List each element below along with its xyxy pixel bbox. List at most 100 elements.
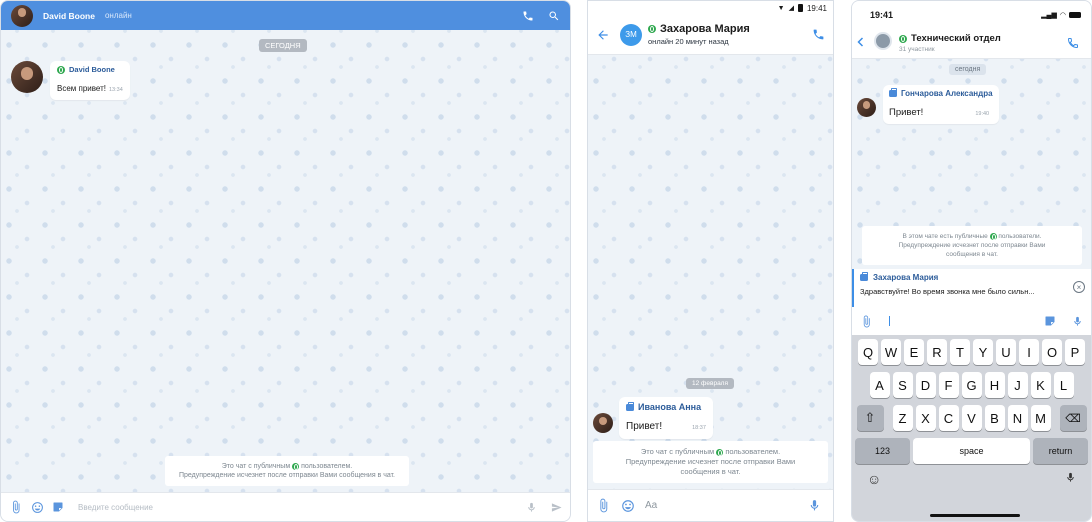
date-separator: сегодня — [949, 64, 987, 75]
date-separator: СЕГОДНЯ — [259, 39, 307, 52]
message-bubble[interactable]: Гончарова Александра Привет! 19:40 — [883, 85, 999, 124]
message-sender[interactable]: Гончарова Александра — [901, 89, 993, 98]
key-h[interactable]: H — [984, 372, 1005, 398]
phone-icon[interactable] — [1067, 37, 1079, 49]
public-chat-notice: Это чат с публичным пользователем. Преду… — [593, 441, 828, 483]
message-sender[interactable]: Иванова Анна — [638, 402, 701, 412]
backspace-key[interactable]: ⌫ — [1059, 405, 1087, 431]
public-chat-notice: Это чат с публичным пользователем. Преду… — [165, 456, 409, 486]
public-user-icon — [648, 25, 656, 33]
public-chat-notice: В этом чате есть публичные пользователи.… — [862, 226, 1082, 265]
key-u[interactable]: U — [996, 339, 1016, 365]
back-arrow-icon[interactable] — [596, 28, 610, 42]
search-icon[interactable] — [548, 10, 560, 22]
public-user-icon — [57, 65, 65, 74]
return-key[interactable]: return — [1033, 438, 1088, 464]
key-y[interactable]: Y — [973, 339, 993, 365]
date-separator: 12 февраля — [686, 378, 734, 389]
key-f[interactable]: F — [938, 372, 959, 398]
phone-icon[interactable] — [522, 10, 534, 22]
notice-text: Это чат с публичным — [221, 463, 291, 470]
signal-icon: ▂▄▆ — [1041, 12, 1057, 19]
message-text: Всем привет! — [57, 84, 106, 93]
dictation-icon[interactable] — [1065, 471, 1076, 484]
key-m[interactable]: M — [1030, 405, 1051, 431]
key-z[interactable]: Z — [892, 405, 913, 431]
microphone-icon[interactable] — [808, 499, 821, 512]
battery-icon — [797, 4, 803, 12]
reply-text: Здравствуйте! Во время звонка мне было с… — [860, 287, 1035, 296]
message-input-bar: Введите сообщение — [1, 492, 570, 521]
key-n[interactable]: N — [1007, 405, 1028, 431]
key-k[interactable]: K — [1030, 372, 1051, 398]
key-a[interactable]: A — [869, 372, 890, 398]
key-w[interactable]: W — [881, 339, 901, 365]
contact-name[interactable]: Захарова Мария — [660, 23, 750, 35]
key-l[interactable]: L — [1053, 372, 1074, 398]
phone-icon[interactable] — [812, 28, 825, 41]
message-bubble[interactable]: Иванова Анна Привет! 18:37 — [619, 397, 713, 439]
emoji-icon[interactable] — [31, 501, 44, 514]
ios-chat-screen: 19:41 ▂▄▆ ◠ Технический отдел 31 участни… — [851, 0, 1092, 522]
notice-text: В этом чате есть публичные — [902, 233, 988, 240]
microphone-icon[interactable] — [1072, 316, 1083, 327]
notice-text: Предупреждение исчезнет после отправки В… — [898, 242, 1046, 249]
message-sender[interactable]: David Boone — [69, 65, 115, 74]
key-c[interactable]: C — [938, 405, 959, 431]
chat-header: ЗМ Захарова Мария онлайн 20 минут назад — [588, 15, 833, 55]
key-d[interactable]: D — [915, 372, 936, 398]
chat-header: 19:41 ▂▄▆ ◠ Технический отдел 31 участни… — [852, 1, 1091, 59]
status-bar: ▼ ◢ 19:41 — [588, 1, 833, 15]
shift-key[interactable]: ⇧ — [856, 405, 884, 431]
notice-text: сообщения в чат. — [946, 251, 998, 258]
key-v[interactable]: V — [961, 405, 982, 431]
cell-icon: ◢ — [788, 5, 794, 12]
sender-avatar[interactable] — [593, 413, 613, 433]
attach-icon[interactable] — [860, 315, 873, 328]
numbers-key[interactable]: 123 — [855, 438, 910, 464]
sticker-icon[interactable] — [52, 501, 64, 513]
microphone-icon[interactable] — [526, 502, 537, 513]
key-r[interactable]: R — [927, 339, 947, 365]
key-s[interactable]: S — [892, 372, 913, 398]
key-b[interactable]: B — [984, 405, 1005, 431]
group-avatar[interactable] — [874, 32, 892, 50]
key-x[interactable]: X — [915, 405, 936, 431]
contact-avatar[interactable]: ЗМ — [620, 23, 642, 46]
sender-avatar[interactable] — [11, 61, 43, 93]
send-icon[interactable] — [551, 502, 562, 513]
home-indicator[interactable] — [930, 514, 1020, 517]
key-p[interactable]: P — [1065, 339, 1085, 365]
close-reply-icon[interactable]: × — [1073, 281, 1085, 293]
status-time: 19:41 — [806, 3, 827, 13]
android-chat-screen: ▼ ◢ 19:41 ЗМ Захарова Мария онлайн 20 ми… — [587, 0, 834, 522]
key-o[interactable]: O — [1042, 339, 1062, 365]
attach-icon[interactable] — [9, 500, 23, 514]
key-i[interactable]: I — [1019, 339, 1039, 365]
message-input[interactable] — [883, 312, 1036, 330]
corporate-user-icon — [860, 272, 868, 281]
message-input[interactable]: Aa — [645, 500, 657, 511]
message-input[interactable]: Введите сообщение — [78, 503, 153, 512]
key-e[interactable]: E — [904, 339, 924, 365]
reply-preview[interactable]: Захарова Мария Здравствуйте! Во время зв… — [852, 269, 1091, 307]
key-g[interactable]: G — [961, 372, 982, 398]
sender-avatar[interactable] — [857, 98, 876, 117]
back-chevron-icon[interactable] — [855, 36, 867, 48]
key-j[interactable]: J — [1007, 372, 1028, 398]
chat-header: David Boone онлайн — [1, 1, 570, 30]
chat-title[interactable]: Технический отдел — [911, 33, 1001, 44]
space-key[interactable]: space — [913, 438, 1030, 464]
notice-text: Предупреждение исчезнет после отправки В… — [178, 472, 395, 479]
message-bubble[interactable]: David Boone Всем привет! 13:34 — [50, 61, 130, 100]
status-time: 19:41 — [870, 10, 894, 20]
attach-icon[interactable] — [596, 498, 611, 513]
contact-name[interactable]: David Boone — [43, 11, 95, 21]
key-t[interactable]: T — [950, 339, 970, 365]
sticker-icon[interactable] — [1044, 315, 1056, 327]
emoji-icon[interactable] — [621, 499, 635, 513]
avatar[interactable] — [11, 4, 33, 27]
public-user-icon — [899, 34, 907, 43]
emoji-keyboard-icon[interactable]: ☺ — [867, 471, 881, 487]
key-q[interactable]: Q — [858, 339, 878, 365]
